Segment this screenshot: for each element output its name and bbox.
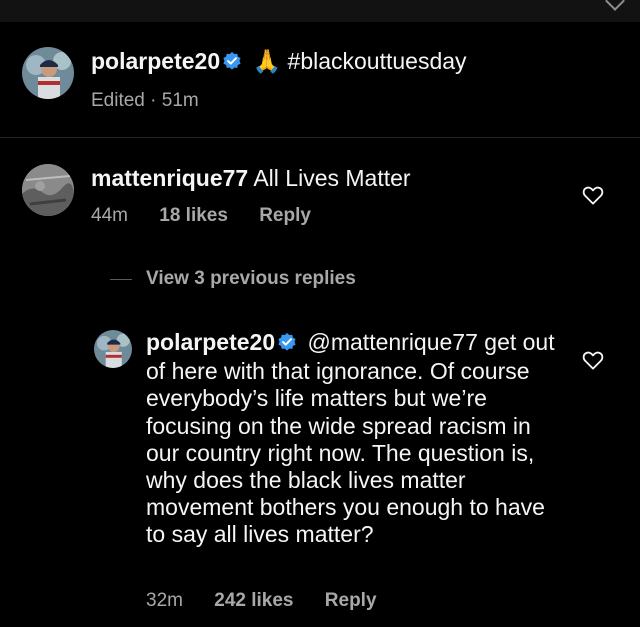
reply-meta: 32m 242 likes Reply <box>146 590 403 612</box>
reply-time: 32m <box>146 590 183 611</box>
verified-badge-icon <box>277 331 297 358</box>
pray-emoji: 🙏 <box>252 48 282 74</box>
top-bar <box>0 0 640 22</box>
reply-reply-button[interactable]: Reply <box>325 590 377 611</box>
comment-line: mattenrique77 All Lives Matter <box>91 165 411 191</box>
verified-badge-icon <box>222 50 242 76</box>
divider <box>0 137 640 138</box>
comment-time: 44m <box>91 205 128 226</box>
caption-hashtag[interactable]: #blackouttuesday <box>288 48 467 74</box>
reply-mention[interactable]: @mattenrique77 <box>308 329 478 355</box>
comment-text: All Lives Matter <box>253 165 411 191</box>
comment-reply-button[interactable]: Reply <box>259 205 311 226</box>
reply-likes[interactable]: 242 likes <box>214 590 293 611</box>
caption-meta: Edited · 51m <box>91 90 199 111</box>
caption-username[interactable]: polarpete20 <box>91 48 220 74</box>
caption-line: polarpete20 🙏 #blackouttuesday <box>91 48 467 76</box>
reply-body: polarpete20 @mattenrique77 get out of he… <box>146 329 566 549</box>
replies-rule <box>110 278 132 280</box>
reply-text: get out of here with that ignorance. Of … <box>146 329 555 548</box>
comment-likes[interactable]: 18 likes <box>159 205 228 226</box>
avatar[interactable] <box>22 47 74 99</box>
comment-meta: 44m 18 likes Reply <box>91 205 337 227</box>
avatar[interactable] <box>94 330 132 368</box>
view-previous-replies-label: View 3 previous replies <box>146 268 356 289</box>
chevron-icon <box>605 0 625 11</box>
post-caption <box>0 22 640 137</box>
reply-username[interactable]: polarpete20 <box>146 329 275 355</box>
avatar[interactable] <box>22 164 74 216</box>
view-previous-replies-button[interactable]: View 3 previous replies <box>110 266 356 292</box>
like-heart-icon[interactable] <box>582 350 604 375</box>
comment-username[interactable]: mattenrique77 <box>91 165 248 191</box>
like-heart-icon[interactable] <box>582 185 604 210</box>
